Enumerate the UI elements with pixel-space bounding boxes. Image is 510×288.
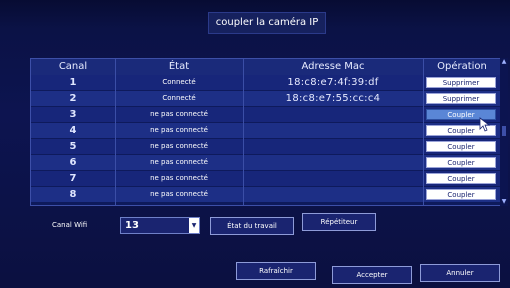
table-row: 8 ne pas connecté Coupler [31, 187, 501, 202]
row-canal: 7 [69, 173, 77, 184]
table-row: 2 Connecté 18:c8:e7:55:cc:c4 Supprimer [31, 91, 501, 106]
header-etat: État [168, 61, 190, 72]
table-row: 4 ne pas connecté Coupler [31, 123, 501, 138]
row-canal: 8 [69, 189, 77, 200]
cancel-button[interactable]: Annuler [420, 264, 500, 282]
chevron-down-icon[interactable]: ▼ [189, 218, 199, 233]
supprimer-button[interactable]: Supprimer [426, 93, 496, 104]
table-row: 5 ne pas connecté Coupler [31, 139, 501, 154]
coupler-button[interactable]: Coupler [426, 157, 496, 168]
row-etat: ne pas connecté [150, 142, 208, 150]
wifi-channel-label: Canal Wifi [52, 221, 88, 229]
repeater-button[interactable]: Répétiteur [302, 213, 376, 231]
wifi-channel-value: 13 [125, 220, 139, 231]
row-mac [243, 187, 423, 202]
scroll-up-icon[interactable]: ▲ [500, 58, 508, 66]
table-row: 1 Connecté 18:c8:e7:4f:39:df Supprimer [31, 75, 501, 90]
row-mac: 18:c8:e7:4f:39:df [287, 77, 379, 88]
header-mac: Adresse Mac [301, 61, 365, 72]
row-mac: 18:c8:e7:55:cc:c4 [285, 93, 381, 104]
scroll-thumb[interactable] [502, 126, 506, 136]
coupler-button[interactable]: Coupler [426, 189, 496, 200]
header-canal: Canal [58, 61, 88, 72]
table-row: 7 ne pas connecté Coupler [31, 171, 501, 186]
row-etat: ne pas connecté [150, 190, 208, 198]
table-row: 6 ne pas connecté Coupler [31, 155, 501, 170]
table-header: Canal État Adresse Mac Opération [31, 59, 501, 75]
column-divider [115, 59, 116, 205]
table-row: 3 ne pas connecté Coupler [31, 107, 501, 122]
coupler-button[interactable]: Coupler [426, 141, 496, 152]
accept-button[interactable]: Accepter [332, 266, 412, 284]
refresh-button[interactable]: Rafraîchir [236, 262, 316, 280]
row-canal: 4 [69, 125, 77, 136]
supprimer-button[interactable]: Supprimer [426, 77, 496, 88]
table-scrollbar[interactable]: ▲ ▼ [500, 58, 508, 206]
row-canal: 3 [69, 109, 77, 120]
row-etat: ne pas connecté [150, 174, 208, 182]
row-etat: ne pas connecté [150, 126, 208, 134]
row-canal: 1 [69, 77, 77, 88]
row-mac [243, 155, 423, 170]
row-mac [243, 107, 423, 122]
wifi-channel-select[interactable]: 13 ▼ [120, 217, 200, 234]
camera-table: Canal État Adresse Mac Opération 1 Conne… [30, 58, 502, 206]
dialog-window: coupler la caméra IP Canal État Adresse … [0, 0, 510, 288]
dialog-title: coupler la caméra IP [208, 12, 326, 34]
row-etat: Connecté [162, 94, 196, 102]
row-canal: 6 [69, 157, 77, 168]
coupler-button[interactable]: Coupler [426, 173, 496, 184]
column-divider [423, 59, 424, 205]
row-etat: ne pas connecté [150, 158, 208, 166]
row-canal: 5 [69, 141, 77, 152]
mouse-pointer-icon [479, 117, 491, 132]
row-mac [243, 139, 423, 154]
column-divider [243, 59, 244, 205]
scroll-down-icon[interactable]: ▼ [500, 198, 508, 206]
row-mac [243, 171, 423, 186]
header-operation: Opération [437, 61, 487, 72]
work-status-button[interactable]: État du travail [210, 217, 294, 235]
row-etat: Connecté [162, 78, 196, 86]
row-mac [243, 123, 423, 138]
row-etat: ne pas connecté [150, 110, 208, 118]
row-canal: 2 [69, 93, 77, 104]
